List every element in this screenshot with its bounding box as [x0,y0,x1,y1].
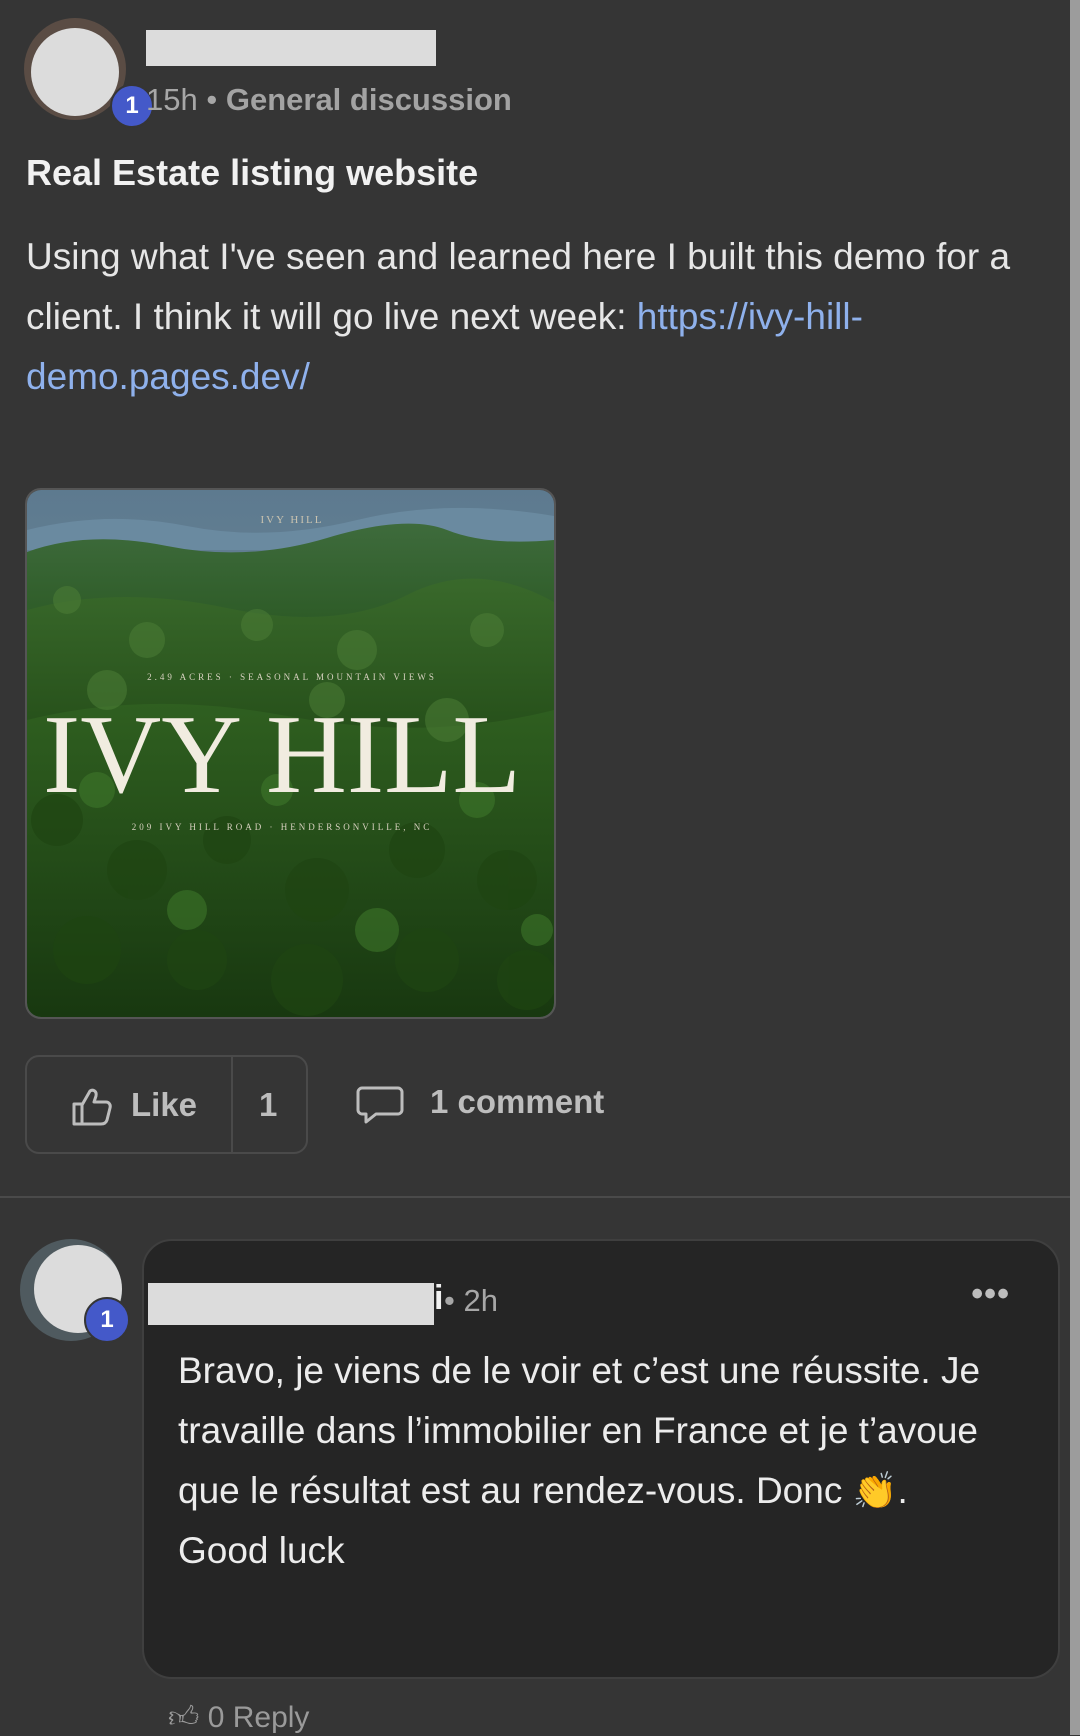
comment-author-level-badge: 1 [84,1297,130,1343]
post-meta: 15h • General discussion [146,82,512,117]
comment-card: i • 2h ••• Bravo, je viens de le voir et… [142,1239,1060,1679]
image-title: IVY HILL [43,693,521,817]
comment-time: 2h [463,1283,498,1318]
comment-author-avatar[interactable]: 1 [20,1239,130,1343]
image-subtitle: 2.49 ACRES · SEASONAL MOUNTAIN VIEWS [147,672,437,682]
image-top-text: IVY HILL [261,514,324,526]
like-count[interactable]: 1 [259,1086,277,1124]
thumbs-up-icon [72,1088,112,1126]
comment-like-icon[interactable]: 👍︎ [168,1701,199,1734]
post-author-avatar[interactable]: 1 [24,18,154,128]
post-body: Using what I've seen and learned here I … [26,236,1011,397]
comment-like-count: 0 [207,1701,225,1734]
comment-meta: • 2h [444,1283,498,1318]
reply-button[interactable]: Reply [233,1701,310,1734]
post-title[interactable]: Real Estate listing website [26,152,478,194]
comment-count-label: 1 comment [430,1083,605,1120]
image-address: 209 IVY HILL ROAD · HENDERSONVILLE, NC [132,822,433,832]
post-category[interactable]: General discussion [226,82,512,117]
comment-icon [356,1086,404,1124]
divider [0,1196,1070,1198]
clapping-hands-emoji: 👏 [852,1470,898,1511]
comments-button[interactable]: 1 comment [352,1070,632,1140]
comment-actions: 👍︎ 0 Reply [168,1700,309,1736]
like-group: Like 1 [25,1055,308,1154]
comment-author-name-visible[interactable]: i [434,1279,443,1318]
comment-author-redacted [148,1283,434,1325]
comment-text: Bravo, je viens de le voir et c’est une … [178,1350,981,1571]
post-image[interactable]: IVY HILL 2.49 ACRES · SEASONAL MOUNTAIN … [25,488,556,1019]
post-time: 15h [146,82,198,117]
like-label: Like [131,1086,198,1123]
like-button[interactable]: Like [27,1057,233,1152]
scrollbar[interactable] [1070,0,1080,1735]
author-name-redacted [146,30,436,66]
more-icon[interactable]: ••• [971,1275,1010,1314]
